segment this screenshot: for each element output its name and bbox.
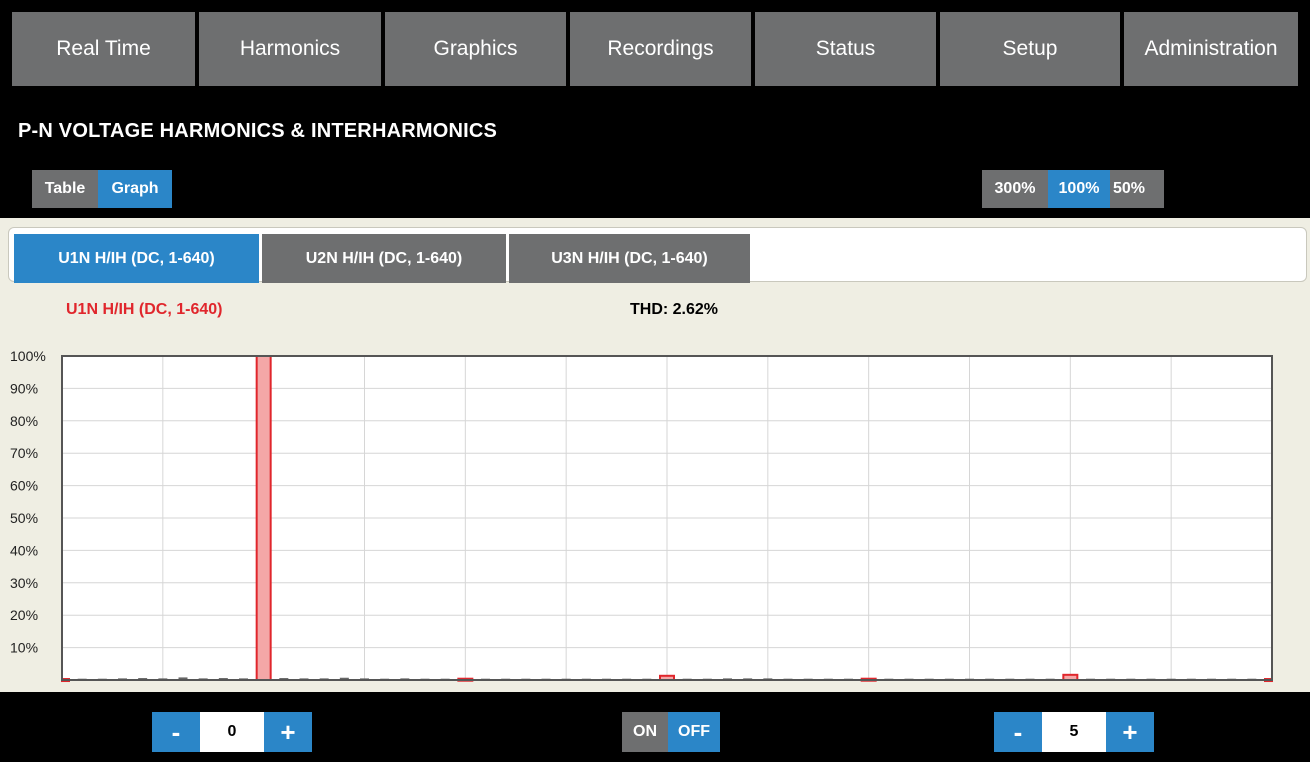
thd-readout: THD: 2.62%	[630, 301, 719, 318]
left-increment-button[interactable]: +	[264, 712, 312, 752]
nav-tab-recordings[interactable]: Recordings	[570, 12, 751, 86]
y-tick-label: 50%	[10, 510, 38, 526]
y-tick-label: 20%	[10, 607, 38, 623]
zoom-100-button[interactable]: 100%	[1048, 170, 1110, 208]
nav-tab-graphics[interactable]: Graphics	[385, 12, 566, 86]
page-title: P-N VOLTAGE HARMONICS & INTERHARMONICS	[18, 120, 498, 142]
zoom-50-button[interactable]: 50%	[1110, 170, 1164, 208]
view-toggle: Table Graph	[32, 170, 172, 208]
nav-tab-status[interactable]: Status	[755, 12, 936, 86]
right-decrement-button[interactable]: -	[994, 712, 1042, 752]
y-tick-label: 100%	[10, 348, 46, 364]
y-tick-label: 40%	[10, 542, 38, 558]
left-decrement-button[interactable]: -	[152, 712, 200, 752]
channel-tab-bar: U1N H/IH (DC, 1-640) U2N H/IH (DC, 1-640…	[8, 227, 1307, 283]
off-button[interactable]: OFF	[668, 712, 720, 752]
harmonic-bar	[255, 355, 272, 681]
zoom-300-button[interactable]: 300%	[982, 170, 1048, 208]
nav-tab-administration[interactable]: Administration	[1124, 12, 1298, 86]
nav-tab-harmonics[interactable]: Harmonics	[199, 12, 381, 86]
right-increment-button[interactable]: +	[1106, 712, 1154, 752]
y-tick-label: 70%	[10, 445, 38, 461]
left-stepper-value: 0	[200, 712, 264, 752]
on-off-toggle: ON OFF	[622, 712, 720, 752]
top-nav: Real Time Harmonics Graphics Recordings …	[0, 0, 1310, 96]
nav-tab-setup[interactable]: Setup	[940, 12, 1120, 86]
right-stepper-value: 5	[1042, 712, 1106, 752]
chart-panel: U1N H/IH (DC, 1-640) U2N H/IH (DC, 1-640…	[0, 218, 1310, 692]
y-tick-label: 90%	[10, 380, 38, 396]
zoom-selector: 300% 100% 50%	[982, 170, 1164, 208]
harmonics-chart: 100%90%80%70%60%50%40%30%20%10%0B51B52B5…	[10, 348, 1273, 683]
y-tick-label: 80%	[10, 413, 38, 429]
tab-u2n[interactable]: U2N H/IH (DC, 1-640)	[262, 234, 506, 283]
bottom-controls: - 0 + ON OFF - 5 +	[0, 692, 1310, 762]
on-button[interactable]: ON	[622, 712, 668, 752]
tab-u3n[interactable]: U3N H/IH (DC, 1-640)	[509, 234, 750, 283]
y-tick-label: 10%	[10, 640, 38, 656]
chart-title: U1N H/IH (DC, 1-640)	[66, 301, 223, 318]
table-view-button[interactable]: Table	[32, 170, 98, 208]
nav-tab-real-time[interactable]: Real Time	[12, 12, 195, 86]
tab-u1n[interactable]: U1N H/IH (DC, 1-640)	[14, 234, 259, 283]
y-tick-label: 60%	[10, 478, 38, 494]
y-tick-label: 30%	[10, 575, 38, 591]
graph-view-button[interactable]: Graph	[98, 170, 172, 208]
